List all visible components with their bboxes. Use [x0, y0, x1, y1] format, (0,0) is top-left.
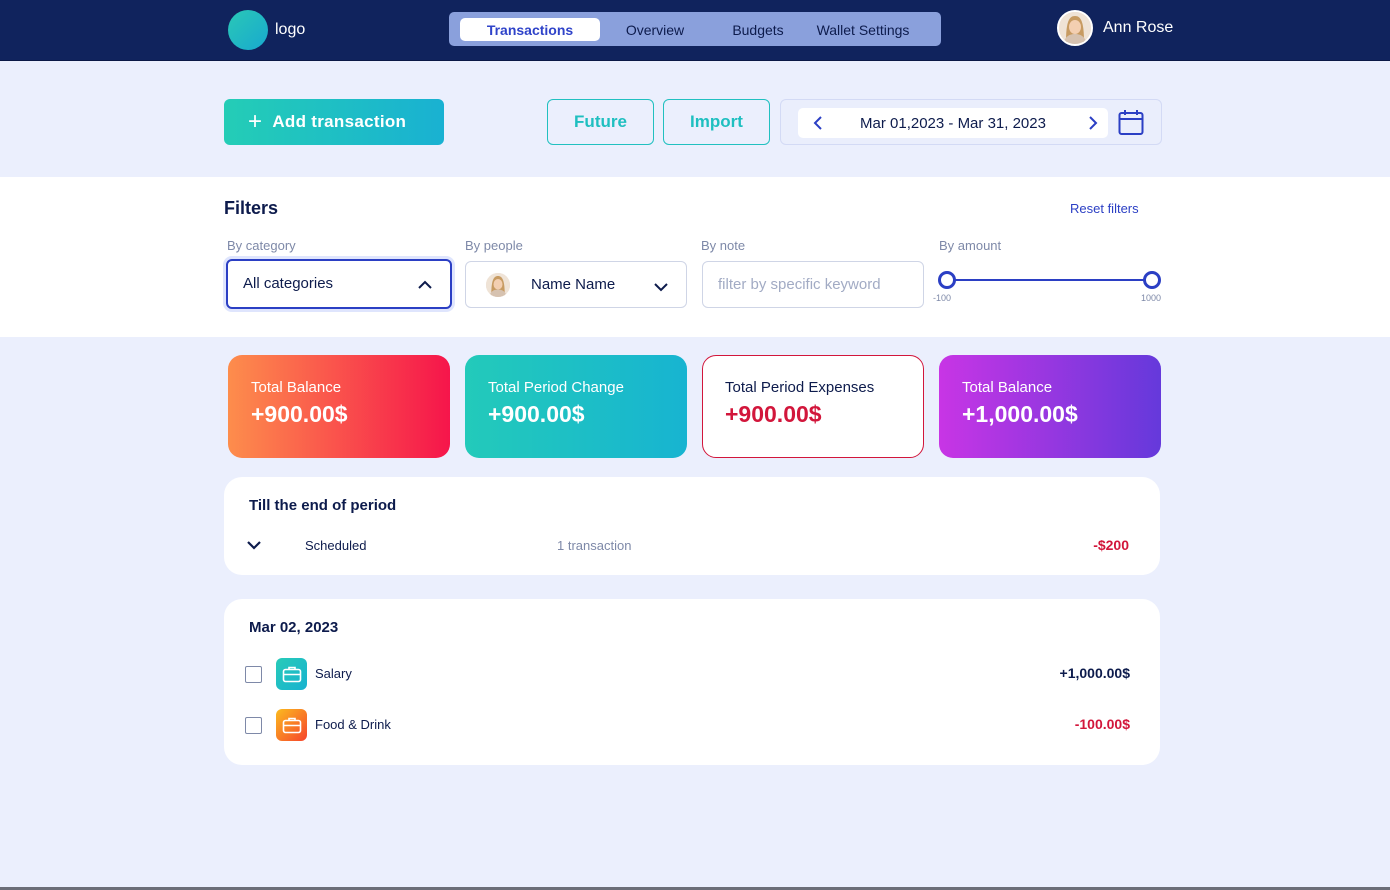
day-group-date: Mar 02, 2023 [249, 619, 339, 636]
logo[interactable]: logo [228, 10, 305, 50]
transaction-amount: -100.00$ [1074, 716, 1130, 732]
date-range-display: Mar 01,2023 - Mar 31, 2023 [798, 108, 1108, 138]
logo-text: logo [275, 21, 306, 38]
plus-icon: + [248, 108, 263, 135]
briefcase-icon [276, 658, 307, 690]
transaction-checkbox[interactable] [245, 666, 262, 683]
user-name: Ann Rose [1103, 19, 1174, 36]
chevron-right-icon[interactable] [1085, 114, 1099, 137]
range-max-handle[interactable] [1143, 271, 1161, 289]
transaction-row[interactable]: Salary +1,000.00$ [245, 658, 1140, 690]
range-min-handle[interactable] [938, 271, 956, 289]
chevron-left-icon[interactable] [812, 114, 826, 137]
tab-wallet-settings[interactable]: Wallet Settings [812, 18, 914, 41]
scheduled-title: Till the end of period [249, 497, 397, 514]
note-filter-input[interactable] [702, 261, 924, 308]
calendar-icon[interactable] [1118, 109, 1144, 141]
avatar [1057, 10, 1093, 46]
date-range-picker: Mar 01,2023 - Mar 31, 2023 [780, 99, 1162, 145]
category-select[interactable]: All categories [226, 259, 452, 309]
day-group-panel: Mar 02, 2023 Salary +1,000.00$ Food & Dr… [224, 599, 1160, 765]
transaction-row[interactable]: Food & Drink -100.00$ [245, 709, 1140, 741]
filters-title: Filters [224, 198, 279, 218]
amount-filter-label: By amount [939, 238, 1002, 253]
transactions-page: logo Transactions Overview Budgets Walle… [0, 0, 1390, 890]
chevron-down-icon [654, 279, 668, 297]
add-transaction-label: Add transaction [272, 112, 407, 131]
card-label: Total Balance [962, 379, 1053, 396]
briefcase-icon [276, 709, 307, 741]
range-track [947, 279, 1152, 281]
note-filter-label: By note [701, 238, 746, 253]
tab-budgets[interactable]: Budgets [727, 18, 789, 41]
card-value: +900.00$ [251, 401, 348, 427]
range-max-label: 1000 [1141, 293, 1162, 303]
total-balance-card: Total Balance +900.00$ [228, 355, 450, 458]
reset-filters-link[interactable]: Reset filters [1070, 201, 1139, 216]
future-button[interactable]: Future [547, 99, 654, 145]
tab-overview[interactable]: Overview [619, 18, 691, 41]
people-select-value: Name Name [531, 276, 616, 293]
people-filter-label: By people [465, 238, 523, 253]
total-balance-card-2: Total Balance +1,000.00$ [939, 355, 1161, 458]
scheduled-amount: -$200 [1093, 537, 1129, 553]
transaction-name: Salary [315, 666, 352, 681]
user-menu[interactable]: Ann Rose [1057, 10, 1173, 46]
range-min-label: -100 [933, 293, 952, 303]
card-label: Total Balance [251, 379, 342, 396]
transaction-checkbox[interactable] [245, 717, 262, 734]
top-nav-bar: logo Transactions Overview Budgets Walle… [0, 0, 1390, 61]
tab-transactions[interactable]: Transactions [460, 18, 600, 41]
filters-panel: Filters Reset filters By category By peo… [0, 177, 1390, 337]
category-select-value: All categories [243, 275, 334, 292]
chevron-up-icon [418, 277, 432, 295]
card-label: Total Period Expenses [725, 379, 875, 396]
period-expenses-card: Total Period Expenses +900.00$ [702, 355, 924, 458]
card-label: Total Period Change [488, 379, 624, 396]
date-range-text: Mar 01,2023 - Mar 31, 2023 [860, 114, 1046, 132]
transaction-name: Food & Drink [315, 717, 391, 732]
card-value: +900.00$ [488, 401, 585, 427]
logo-mark [228, 10, 268, 50]
period-change-card: Total Period Change +900.00$ [465, 355, 687, 458]
amount-range-slider[interactable]: -100 1000 [933, 269, 1162, 309]
import-button[interactable]: Import [663, 99, 770, 145]
card-value: +900.00$ [725, 401, 822, 427]
person-avatar [486, 273, 510, 297]
transaction-amount: +1,000.00$ [1059, 665, 1130, 681]
scheduled-label: Scheduled [305, 538, 367, 553]
add-transaction-button[interactable]: + Add transaction [224, 99, 444, 145]
category-filter-label: By category [227, 238, 296, 253]
chevron-down-icon[interactable] [246, 538, 262, 556]
scheduled-panel: Till the end of period Scheduled 1 trans… [224, 477, 1160, 575]
people-select[interactable]: Name Name [465, 261, 687, 308]
main-nav-tabs: Transactions Overview Budgets Wallet Set… [449, 12, 941, 46]
scheduled-count: 1 transaction [557, 538, 632, 553]
card-value: +1,000.00$ [962, 401, 1078, 427]
